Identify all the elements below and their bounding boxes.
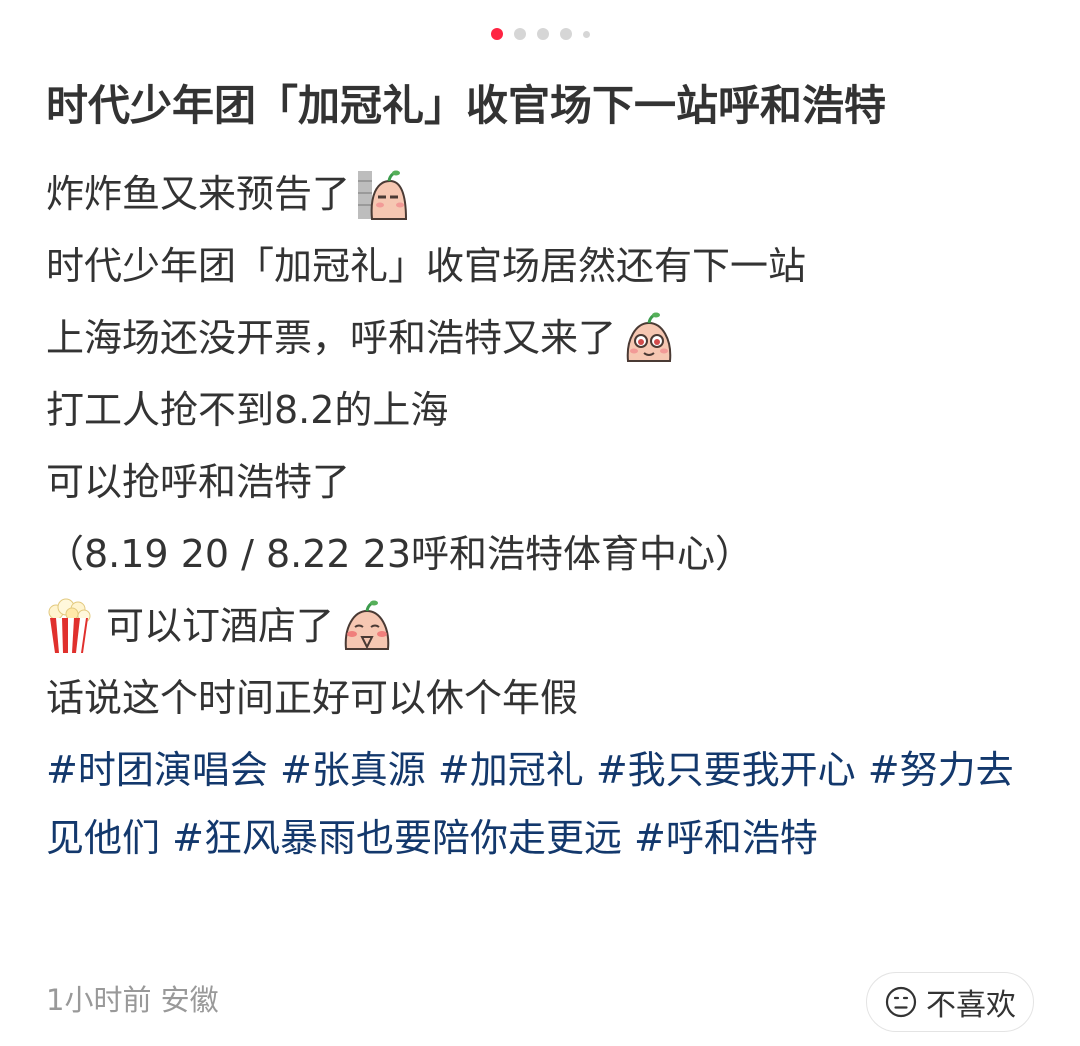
body-line: 上海场还没开票，呼和浩特又来了: [46, 302, 1036, 374]
teary-eyed-peach-sticker-icon: [622, 311, 676, 365]
body-text: 炸炸鱼又来预告了: [46, 172, 351, 216]
post-location: 安徽: [160, 983, 219, 1017]
dislike-label: 不喜欢: [926, 988, 1016, 1023]
body-line: 可以订酒店了: [46, 590, 1036, 662]
carousel-dot[interactable]: [582, 30, 590, 38]
body-line: 打工人抢不到8.2的上海: [46, 374, 1036, 446]
body-text: 可以抢呼和浩特了: [46, 460, 351, 504]
body-line: （8.19 20 / 8.22 23呼和浩特体育中心）: [46, 518, 1036, 590]
carousel-dot-active[interactable]: [490, 28, 503, 40]
body-line: 话说这个时间正好可以休个年假: [46, 662, 1036, 734]
body-text: 可以订酒店了: [106, 604, 335, 648]
body-line: 可以抢呼和浩特了: [46, 446, 1036, 518]
carousel-indicator: [0, 28, 1080, 40]
hashtag-list: #时团演唱会 #张真源 #加冠礼 #我只要我开心 #努力去见他们 #狂风暴雨也要…: [46, 736, 1036, 872]
carousel-dot[interactable]: [559, 28, 572, 40]
body-text: 上海场还没开票，呼和浩特又来了: [46, 316, 617, 360]
praying-peach-sticker-icon: [340, 599, 394, 653]
popcorn-icon: [46, 598, 92, 654]
hashtag-link[interactable]: #我只要我开心: [596, 748, 856, 792]
peeking-peach-sticker-icon: [356, 167, 410, 221]
body-text: 时代少年团「加冠礼」收官场居然还有下一站: [46, 244, 807, 288]
post-time: 1小时前: [46, 983, 152, 1017]
frown-face-icon: [885, 986, 917, 1018]
post-title: 时代少年团「加冠礼」收官场下一站呼和浩特: [46, 81, 887, 130]
body-text: 话说这个时间正好可以休个年假: [46, 676, 579, 720]
hashtag-link[interactable]: #狂风暴雨也要陪你走更远: [172, 816, 622, 860]
hashtag-link[interactable]: #加冠礼: [438, 748, 584, 792]
body-text: （8.19 20 / 8.22 23呼和浩特体育中心）: [46, 532, 754, 576]
post-meta: 1小时前 安徽: [46, 980, 219, 1020]
hashtag-link[interactable]: #张真源: [280, 748, 426, 792]
carousel-dot[interactable]: [536, 28, 549, 40]
body-text: 打工人抢不到8.2的上海: [46, 388, 449, 432]
dislike-button[interactable]: 不喜欢: [866, 972, 1034, 1032]
hashtag-link[interactable]: #呼和浩特: [634, 816, 818, 860]
body-line: 时代少年团「加冠礼」收官场居然还有下一站: [46, 230, 1036, 302]
carousel-dot[interactable]: [513, 28, 526, 40]
hashtag-link[interactable]: #时团演唱会: [46, 748, 268, 792]
body-line: 炸炸鱼又来预告了: [46, 158, 1036, 230]
post-body: 炸炸鱼又来预告了 时代少年团「加冠礼」收官场居然还有下一站 上海场还没开票，呼和…: [46, 158, 1036, 872]
